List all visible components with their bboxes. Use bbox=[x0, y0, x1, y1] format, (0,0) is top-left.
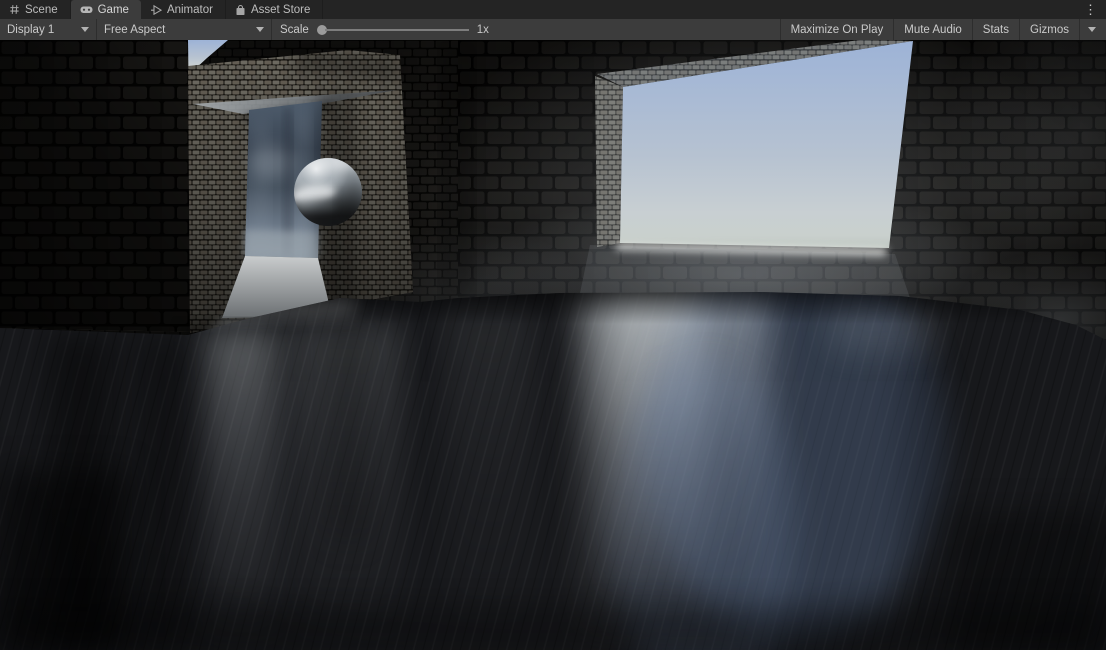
rendered-scene bbox=[0, 40, 1106, 650]
chevron-down-icon bbox=[256, 27, 264, 32]
gamepad-icon bbox=[80, 4, 93, 15]
tab-asset-store[interactable]: Asset Store bbox=[226, 0, 324, 19]
tab-label: Game bbox=[97, 3, 129, 16]
tab-strip: Scene Game Animator Asset Store ⋮ bbox=[0, 0, 1106, 19]
kebab-menu-icon[interactable]: ⋮ bbox=[1075, 0, 1106, 19]
scale-control: Scale 1x bbox=[272, 24, 497, 36]
scale-value: 1x bbox=[476, 23, 489, 36]
tab-animator[interactable]: Animator bbox=[141, 0, 226, 19]
scale-slider[interactable] bbox=[316, 24, 469, 35]
tab-game[interactable]: Game bbox=[70, 0, 141, 19]
slider-track[interactable] bbox=[324, 28, 469, 31]
vignette bbox=[0, 40, 1106, 650]
game-view-toolbar: Display 1 Free Aspect Scale 1x Maximize … bbox=[0, 19, 1106, 40]
tab-scene[interactable]: Scene bbox=[0, 0, 71, 19]
game-render-viewport[interactable] bbox=[0, 40, 1106, 650]
gizmos-dropdown[interactable]: Gizmos bbox=[1019, 19, 1106, 40]
scale-label: Scale bbox=[280, 23, 309, 36]
animator-icon bbox=[150, 4, 162, 15]
tab-label: Scene bbox=[25, 3, 58, 16]
chevron-down-icon bbox=[1088, 27, 1096, 32]
divider bbox=[1079, 19, 1080, 40]
stats-button[interactable]: Stats bbox=[971, 19, 1019, 40]
chevron-down-icon bbox=[81, 27, 89, 32]
display-dropdown[interactable]: Display 1 bbox=[0, 19, 96, 40]
tab-label: Asset Store bbox=[250, 3, 311, 16]
maximize-on-play-button[interactable]: Maximize On Play bbox=[779, 19, 894, 40]
toolbar-right-group: Maximize On Play Mute Audio Stats Gizmos bbox=[779, 19, 1106, 40]
tab-label: Animator bbox=[166, 3, 213, 16]
aspect-ratio-dropdown[interactable]: Free Aspect bbox=[97, 19, 271, 40]
unity-game-view: Scene Game Animator Asset Store ⋮ Displa… bbox=[0, 0, 1106, 650]
grid-icon bbox=[9, 4, 20, 15]
mute-audio-button[interactable]: Mute Audio bbox=[893, 19, 972, 40]
bag-icon bbox=[235, 4, 246, 16]
